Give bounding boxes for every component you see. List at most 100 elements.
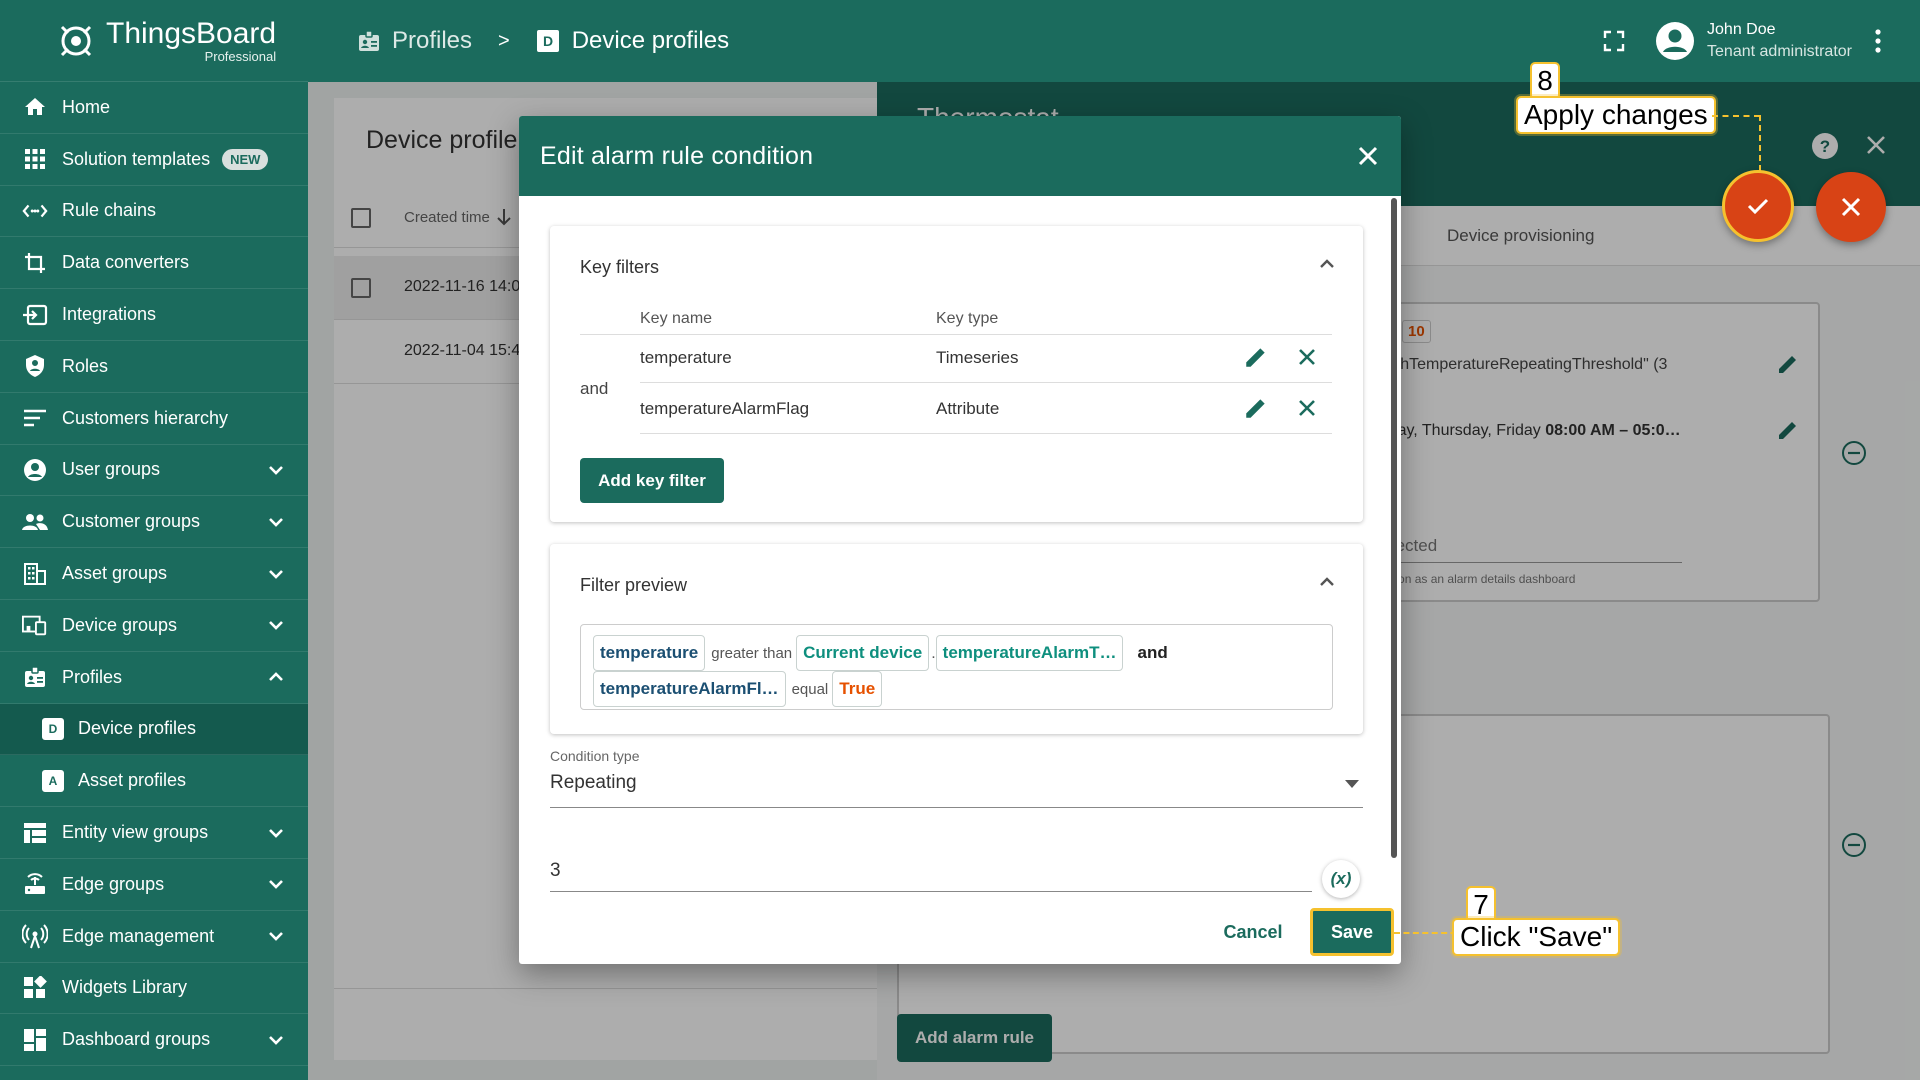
event-count-input[interactable]: 3	[550, 858, 1312, 892]
chevron-down-icon[interactable]	[264, 510, 288, 534]
key-name: temperature	[640, 348, 732, 367]
devices-icon	[22, 612, 48, 638]
sidebar-item-label: Dashboard groups	[62, 1029, 211, 1050]
sidebar-item-label: Integrations	[62, 304, 157, 325]
key-filters-panel: Key filters Key name Key type and temper…	[550, 226, 1363, 522]
preview-line-2: temperatureAlarmFl… equal True	[593, 671, 1320, 707]
chevron-up-icon[interactable]	[1317, 254, 1337, 274]
more-vert-icon[interactable]	[1874, 28, 1882, 54]
key-filters-title: Key filters	[580, 257, 660, 277]
decline-changes-button[interactable]	[1816, 172, 1886, 242]
new-badge: NEW	[222, 148, 269, 170]
breadcrumb-label: Profiles	[392, 27, 473, 54]
operator-and: and	[580, 379, 609, 398]
top-bar: Profiles > D Device profiles John Doe Te…	[308, 0, 1920, 82]
user-icon	[22, 457, 48, 483]
sidebar-item-user-groups[interactable]: User groups	[0, 445, 308, 497]
sidebar-item-roles[interactable]: Roles	[0, 341, 308, 393]
brand-logo[interactable]: ThingsBoard Professional	[0, 0, 308, 82]
chevron-up-icon[interactable]	[1317, 572, 1337, 592]
widgets-icon	[22, 975, 48, 1001]
fullscreen-icon[interactable]	[1603, 30, 1625, 52]
condition-type-select[interactable]: Condition type Repeating	[550, 748, 1363, 808]
sidebar-item-asset-groups[interactable]: Asset groups	[0, 548, 308, 600]
profiles-icon	[22, 664, 48, 690]
close-icon	[1816, 194, 1886, 220]
sidebar-item-home[interactable]: Home	[0, 82, 308, 134]
edit-icon[interactable]	[1243, 395, 1269, 421]
callout-connector-apply-h	[1712, 115, 1760, 117]
preview-value-chip: True	[832, 671, 883, 707]
column-key-type: Key type	[936, 310, 999, 327]
sidebar-item-widgets-library[interactable]: Widgets Library	[0, 963, 308, 1015]
chevron-down-icon[interactable]	[264, 613, 288, 637]
sidebar-item-asset-profiles[interactable]: A Asset profiles	[0, 755, 308, 808]
preview-source-chip: Current device	[796, 635, 930, 671]
sidebar-item-customer-groups[interactable]: Customer groups	[0, 496, 308, 549]
callout-apply: Apply changes	[1516, 96, 1716, 134]
preview-operator: equal	[791, 681, 829, 698]
sidebar-item-label: Solution templates	[62, 148, 211, 169]
sidebar-item-entity-view-groups[interactable]: Entity view groups	[0, 807, 308, 859]
sidebar-item-dashboard-groups[interactable]: Dashboard groups	[0, 1014, 308, 1067]
dialog-title: Edit alarm rule condition	[540, 141, 814, 170]
event-count-value: 3	[550, 860, 561, 881]
key-filter-row: temperatureAlarmFlag Attribute	[640, 383, 1332, 434]
sidebar-item-data-converters[interactable]: Data converters	[0, 237, 308, 290]
device-profile-icon: D	[42, 717, 64, 740]
remove-icon[interactable]	[1297, 398, 1317, 418]
breadcrumb-profiles[interactable]: Profiles	[356, 27, 472, 55]
sidebar-item-label: Widgets Library	[62, 977, 188, 998]
avatar[interactable]	[1655, 21, 1695, 61]
key-type: Attribute	[936, 399, 1000, 418]
header-actions: John Doe Tenant administrator	[1603, 0, 1920, 82]
sidebar-item-edge-groups[interactable]: Edge groups	[0, 859, 308, 911]
add-key-filter-button[interactable]: Add key filter	[580, 458, 724, 503]
breadcrumb-device-profiles: D Device profiles	[536, 27, 729, 55]
close-dialog-icon[interactable]	[1357, 145, 1379, 167]
edge-icon	[22, 871, 48, 897]
chevron-down-icon[interactable]	[264, 1028, 288, 1052]
apply-changes-button[interactable]	[1722, 170, 1794, 242]
sidebar-item-edge-management[interactable]: Edge management	[0, 911, 308, 963]
sidebar-item-label: User groups	[62, 459, 161, 480]
sidebar-item-device-groups[interactable]: Device groups	[0, 600, 308, 652]
shield-icon	[22, 353, 48, 379]
chevron-down-icon[interactable]	[264, 924, 288, 948]
preview-operator: greater than	[711, 645, 793, 662]
filter-preview-box: temperature greater than Current device. te…	[580, 624, 1333, 710]
converter-icon	[22, 250, 48, 276]
chevron-down-icon[interactable]	[264, 872, 288, 896]
sidebar-item-integrations[interactable]: Integrations	[0, 289, 308, 341]
sidebar-item-label: Edge groups	[62, 873, 165, 894]
filter-preview-panel: Filter preview temperature greater than Cu…	[550, 544, 1363, 734]
save-button[interactable]: Save	[1310, 908, 1394, 956]
key-name: temperatureAlarmFlag	[640, 399, 810, 418]
sidebar-item-label: Asset groups	[62, 563, 168, 584]
home-icon	[22, 94, 48, 120]
condition-type-label: Condition type	[550, 748, 640, 764]
sidebar-item-label: Customer groups	[62, 511, 201, 532]
chevron-down-icon[interactable]	[264, 821, 288, 845]
chevron-down-icon[interactable]	[264, 458, 288, 482]
breadcrumb-separator: >	[498, 29, 510, 52]
remove-icon[interactable]	[1297, 347, 1317, 367]
sidebar-item-customers-hierarchy[interactable]: Customers hierarchy	[0, 393, 308, 445]
dynamic-value-icon[interactable]: (x)	[1322, 860, 1360, 898]
sidebar-item-profiles[interactable]: Profiles	[0, 652, 308, 704]
sidebar-item-label: Device profiles	[78, 718, 197, 739]
building-icon	[22, 561, 48, 587]
profiles-icon	[356, 29, 382, 53]
chevron-up-icon[interactable]	[264, 665, 288, 689]
preview-attribute-chip: temperatureAlarmT…	[935, 635, 1124, 671]
sidebar-item-solution-templates[interactable]: Solution templates NEW	[0, 134, 308, 186]
cancel-button[interactable]: Cancel	[1208, 910, 1298, 954]
user-name: John Doe	[1707, 21, 1776, 38]
dialog-scrollbar[interactable]	[1391, 198, 1397, 858]
edit-icon[interactable]	[1243, 344, 1269, 370]
sidebar-item-device-profiles[interactable]: D Device profiles	[0, 703, 308, 756]
sidebar-item-rule-chains[interactable]: Rule chains	[0, 186, 308, 238]
chevron-down-icon[interactable]	[264, 562, 288, 586]
svg-text:D: D	[543, 33, 553, 49]
user-info[interactable]: John Doe Tenant administrator	[1707, 21, 1852, 61]
